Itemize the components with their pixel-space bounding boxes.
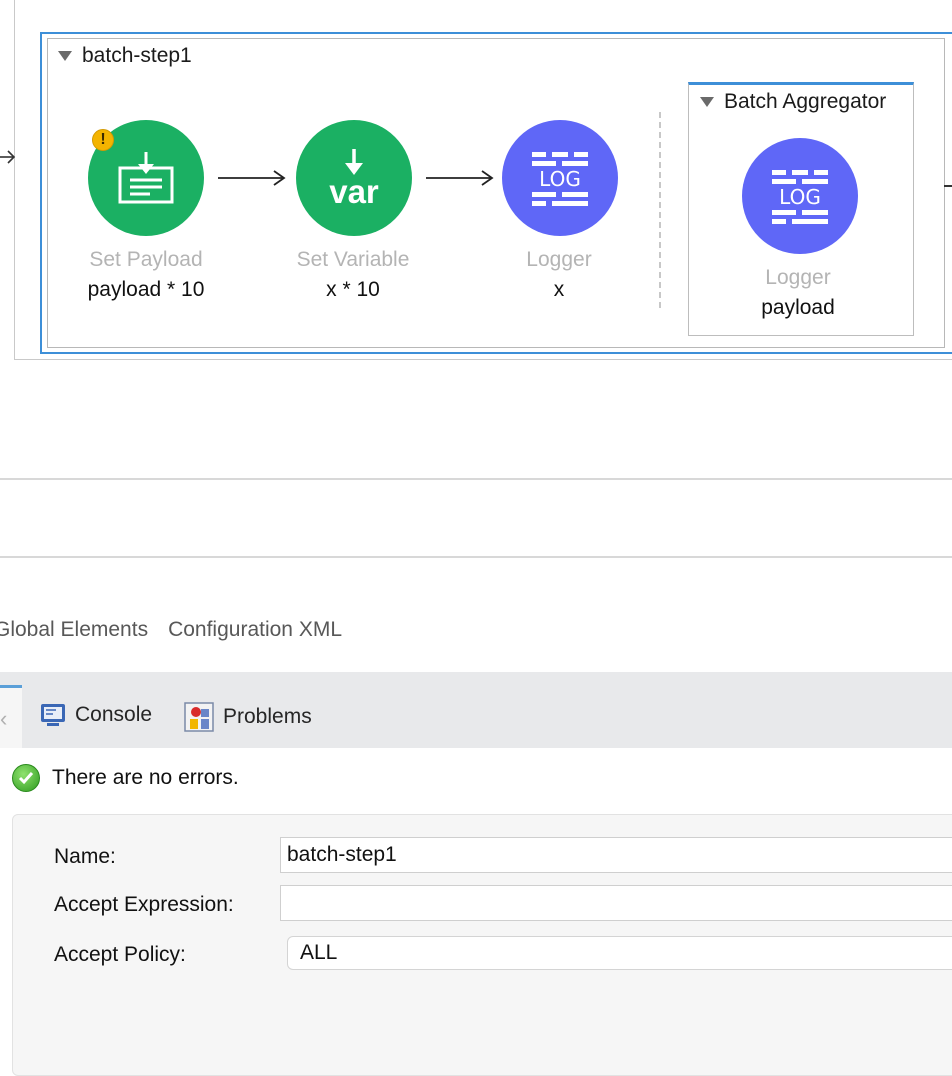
problems-tab-label: Problems — [223, 705, 312, 728]
accept-expression-field[interactable] — [280, 885, 952, 921]
batch-aggregator-header[interactable]: Batch Aggregator — [700, 90, 886, 114]
tab-configuration-xml[interactable]: Configuration XML — [168, 618, 342, 642]
set-payload-icon — [118, 152, 174, 204]
warning-icon[interactable]: ! — [92, 129, 114, 151]
tab-console[interactable]: Console — [40, 702, 152, 728]
logger-node[interactable]: LOG — [502, 120, 618, 236]
divider — [0, 478, 952, 480]
set-variable-node[interactable]: var — [296, 120, 412, 236]
batch-aggregator-title: Batch Aggregator — [724, 90, 887, 113]
problems-icon — [184, 702, 214, 732]
collapse-triangle-icon[interactable] — [58, 51, 72, 61]
accept-expression-label: Accept Expression: — [54, 893, 234, 916]
logger-icon: LOG — [772, 170, 828, 224]
status-row: There are no errors. — [12, 764, 239, 792]
success-check-icon — [12, 764, 40, 792]
accept-policy-select[interactable]: ALL — [287, 936, 952, 970]
batch-step-header[interactable]: batch-step1 — [58, 44, 192, 68]
aggregator-logger-node[interactable]: LOG — [742, 138, 858, 254]
logger-label: Logger — [526, 248, 592, 271]
set-payload-label: Set Payload — [89, 248, 203, 271]
aggregator-logger-label: Logger — [765, 266, 831, 289]
accept-policy-value: ALL — [300, 941, 338, 964]
set-payload-value: payload * 10 — [87, 278, 205, 301]
name-label: Name: — [54, 845, 116, 868]
console-icon — [41, 704, 65, 726]
exit-arrow-icon — [944, 185, 952, 187]
logger-value: x — [553, 278, 565, 301]
set-variable-value: x * 10 — [326, 278, 380, 301]
accept-policy-label: Accept Policy: — [54, 943, 186, 966]
name-field[interactable] — [280, 837, 952, 873]
console-tab-label: Console — [75, 703, 153, 726]
svg-text:LOG: LOG — [779, 185, 821, 209]
status-message: There are no errors. — [52, 766, 239, 789]
svg-text:LOG: LOG — [539, 167, 581, 191]
divider — [0, 556, 952, 558]
flow-arrow-icon — [218, 170, 286, 186]
aggregator-logger-value: payload — [761, 296, 835, 319]
aggregator-separator — [659, 112, 661, 308]
logger-icon: LOG — [532, 152, 588, 206]
var-icon-text: var — [329, 173, 379, 210]
entry-arrow-icon — [0, 150, 16, 164]
flow-arrow-icon — [426, 170, 494, 186]
tab-problems[interactable]: Problems — [184, 702, 312, 732]
editor-tabs: Global Elements Configuration XML — [0, 618, 342, 642]
tab-global-elements[interactable]: Global Elements — [0, 618, 148, 642]
collapse-triangle-icon[interactable] — [700, 97, 714, 107]
chevron-left-icon[interactable]: ‹ — [0, 706, 7, 732]
batch-step-title: batch-step1 — [82, 44, 192, 67]
set-variable-label: Set Variable — [296, 248, 410, 271]
